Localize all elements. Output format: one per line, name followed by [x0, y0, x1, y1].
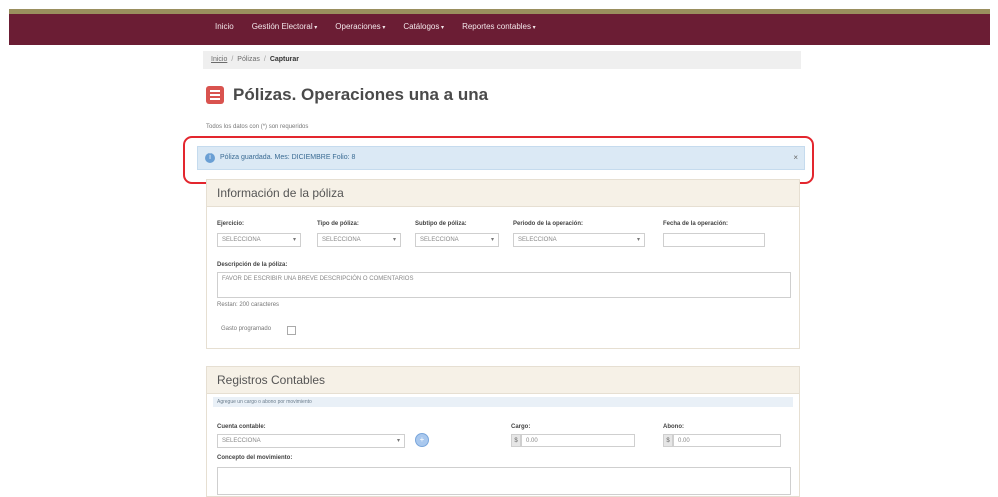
breadcrumb-home-link[interactable]: Inicio [211, 56, 227, 63]
chevron-down-icon: ▾ [490, 237, 494, 243]
cuenta-contable-label: Cuenta contable: [217, 424, 266, 430]
nav-inicio[interactable]: Inicio [215, 22, 234, 31]
add-cuenta-icon[interactable]: + [415, 433, 429, 447]
ejercicio-select[interactable]: SELECCIONA ▾ [217, 233, 301, 247]
abono-currency-prefix: $ [663, 434, 673, 447]
page-title: Pólizas. Operaciones una a una [233, 85, 489, 104]
nav-gestion-electoral[interactable]: Gestión Electoral [252, 22, 318, 31]
navbar-accent-strip [9, 9, 990, 14]
main-nav: Inicio Gestión Electoral Operaciones Cat… [215, 22, 536, 31]
breadcrumb-section[interactable]: Pólizas [237, 56, 260, 63]
periodo-operacion-label: Periodo de la operación: [513, 221, 584, 227]
descripcion-textarea[interactable]: FAVOR DE ESCRIBIR UNA BREVE DESCRIPCIÓN … [217, 272, 791, 298]
breadcrumb-separator: / [231, 56, 234, 63]
list-icon [206, 86, 224, 104]
breadcrumb: Inicio / Pólizas / Capturar [203, 51, 801, 69]
poliza-panel-heading: Información de la póliza [207, 180, 799, 207]
fecha-operacion-label: Fecha de la operación: [663, 221, 729, 227]
fecha-operacion-input[interactable] [663, 233, 765, 247]
concepto-textarea[interactable] [217, 467, 791, 495]
required-fields-hint: Todos los datos con (*) son requeridos [206, 124, 309, 130]
subtipo-poliza-label: Subtipo de póliza: [415, 221, 467, 227]
abono-input[interactable]: 0.00 [673, 434, 781, 447]
breadcrumb-separator: / [263, 56, 266, 63]
poliza-panel: Información de la póliza Ejercicio: SELE… [206, 179, 800, 349]
chevron-down-icon: ▾ [636, 237, 640, 243]
registros-subheading: Agregue un cargo o abono por movimiento [213, 397, 793, 407]
gasto-programado-checkbox[interactable] [287, 326, 296, 335]
concepto-label: Concepto del movimiento: [217, 455, 293, 461]
nav-operaciones[interactable]: Operaciones [335, 22, 385, 31]
breadcrumb-current: Capturar [269, 56, 300, 63]
gasto-programado-label: Gasto programado [221, 326, 272, 332]
chevron-down-icon: ▾ [396, 438, 400, 444]
top-navbar: Inicio Gestión Electoral Operaciones Cat… [9, 9, 990, 45]
subtipo-poliza-select[interactable]: SELECCIONA ▾ [415, 233, 499, 247]
annotation-highlight [183, 136, 814, 184]
descripcion-label: Descripción de la póliza: [217, 262, 288, 268]
ejercicio-label: Ejercicio: [217, 221, 245, 227]
periodo-operacion-select[interactable]: SELECCIONA ▾ [513, 233, 645, 247]
nav-catalogos[interactable]: Catálogos [403, 22, 444, 31]
cargo-currency-prefix: $ [511, 434, 521, 447]
tipo-poliza-label: Tipo de póliza: [317, 221, 359, 227]
cuenta-contable-select[interactable]: SELECCIONA ▾ [217, 434, 405, 448]
nav-reportes-contables[interactable]: Reportes contables [462, 22, 536, 31]
chevron-down-icon: ▾ [292, 237, 296, 243]
restan-caracteres: Restan: 200 caracteres [217, 302, 280, 308]
registros-panel-heading: Registros Contables [207, 367, 799, 394]
tipo-poliza-select[interactable]: SELECCIONA ▾ [317, 233, 401, 247]
cargo-label: Cargo: [511, 424, 531, 430]
abono-label: Abono: [663, 424, 684, 430]
chevron-down-icon: ▾ [392, 237, 396, 243]
registros-panel: Registros Contables Agregue un cargo o a… [206, 366, 800, 497]
cargo-input[interactable]: 0.00 [521, 434, 635, 447]
